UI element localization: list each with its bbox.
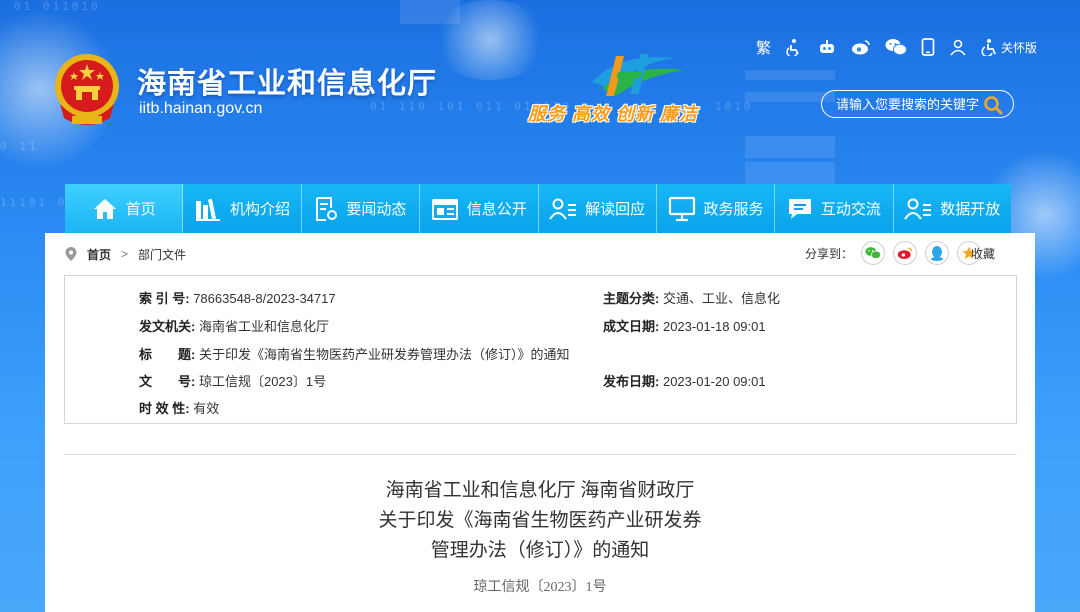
document-title-line: 关于印发《海南省生物医药产业研发券 bbox=[378, 510, 702, 531]
meta-value: 78663548-8/2023-34717 bbox=[193, 291, 336, 306]
user-icon[interactable] bbox=[949, 38, 967, 56]
site-title: 海南省工业和信息化厅 bbox=[137, 68, 438, 100]
wechat-icon bbox=[865, 247, 881, 259]
share-bar: 分享到： 收藏 bbox=[805, 241, 995, 265]
nav-item-data-open[interactable]: 数据开放 bbox=[894, 184, 1011, 233]
meta-value: 琼工信规〔2023〕1号 bbox=[198, 374, 327, 389]
meta-published-date: 发布日期: 2023-01-20 09:01 bbox=[603, 371, 766, 390]
traditional-chinese-toggle[interactable]: 繁 bbox=[756, 37, 771, 58]
weibo-icon[interactable] bbox=[851, 39, 871, 55]
nav-item-interpret[interactable]: 解读回应 bbox=[539, 184, 657, 233]
breadcrumb-home-link[interactable]: 首页 bbox=[87, 246, 111, 263]
breadcrumb-current[interactable]: 部门文件 bbox=[138, 246, 186, 263]
meta-key: 发布日期: bbox=[603, 374, 660, 389]
meta-key: 标 题: bbox=[139, 347, 196, 362]
nav-item-label: 信息公开 bbox=[466, 201, 527, 218]
accessibility-icon[interactable] bbox=[785, 38, 803, 56]
interpret-icon bbox=[549, 198, 577, 220]
share-weibo-button[interactable] bbox=[892, 241, 917, 265]
nav-item-interaction[interactable]: 互动交流 bbox=[775, 184, 894, 233]
meta-value: 关于印发《海南省生物医药产业研发券管理办法（修订）》的通知 bbox=[198, 347, 570, 362]
nav-item-home[interactable]: 首页 bbox=[65, 184, 184, 233]
breadcrumb-separator: > bbox=[121, 247, 129, 261]
toolbar: 繁 关怀版 bbox=[756, 36, 1037, 58]
meta-created-date: 成文日期: 2023-01-18 09:01 bbox=[603, 316, 766, 335]
content-panel: 首页 > 部门文件 分享到： 收藏 索 引 号: 78663548-8/2023… bbox=[45, 233, 1035, 612]
news-icon bbox=[316, 196, 338, 221]
chat-icon bbox=[788, 198, 811, 219]
nav-item-organization[interactable]: 机构介绍 bbox=[183, 184, 302, 233]
meta-title: 标 题: 关于印发《海南省生物医药产业研发券管理办法（修订）》的通知 bbox=[139, 344, 569, 363]
meta-issuer: 发文机关: 海南省工业和信息化厅 bbox=[139, 316, 329, 335]
weibo-icon bbox=[897, 247, 913, 259]
qq-icon bbox=[930, 246, 943, 261]
nav-item-label: 政务服务 bbox=[703, 201, 764, 218]
nav-item-label: 解读回应 bbox=[585, 201, 646, 218]
monitor-icon bbox=[668, 196, 695, 221]
wechat-icon[interactable] bbox=[885, 38, 908, 56]
share-qq-button[interactable] bbox=[924, 241, 949, 265]
meta-value: 交通、工业、信息化 bbox=[662, 291, 780, 306]
slogan: 服务 高效 创新 廉洁 bbox=[528, 104, 699, 124]
meta-key: 发文机关: bbox=[139, 319, 196, 334]
main-nav: 首页 机构介绍 要闻动态 信息公开 解读回应 政务服务 互动交流 数据开放 bbox=[65, 184, 1011, 233]
meta-value: 2023-01-20 09:01 bbox=[662, 374, 766, 389]
search-icon[interactable] bbox=[983, 95, 1003, 115]
care-mode-icon bbox=[981, 39, 996, 56]
nav-item-info-open[interactable]: 信息公开 bbox=[420, 184, 539, 233]
meta-doc-no: 文 号: 琼工信规〔2023〕1号 bbox=[139, 371, 326, 390]
document-number: 琼工信规〔2023〕1号 bbox=[473, 580, 607, 595]
favorite-button[interactable]: 收藏 bbox=[956, 241, 995, 265]
nav-item-label: 互动交流 bbox=[820, 201, 881, 218]
info-open-icon bbox=[431, 198, 458, 220]
content-divider bbox=[64, 454, 1017, 455]
site-header: 海南省工业和信息化厅 iitb.hainan.gov.cn 服务 高效 创新 廉… bbox=[0, 0, 1080, 184]
robot-icon[interactable] bbox=[817, 39, 837, 55]
meta-key: 时 效 性: bbox=[139, 401, 190, 416]
meta-value: 海南省工业和信息化厅 bbox=[198, 319, 329, 334]
nav-item-label: 机构介绍 bbox=[230, 201, 291, 218]
meta-validity: 时 效 性: 有效 bbox=[139, 398, 219, 417]
care-mode-label: 关怀版 bbox=[1001, 40, 1038, 55]
organization-icon bbox=[196, 198, 221, 221]
share-wechat-button[interactable] bbox=[860, 241, 885, 265]
nav-item-news[interactable]: 要闻动态 bbox=[302, 184, 421, 233]
meta-key: 文 号: bbox=[139, 374, 196, 389]
meta-key: 成文日期: bbox=[603, 319, 660, 334]
document-title-line: 海南省工业和信息化厅 海南省财政厅 bbox=[385, 480, 695, 501]
site-domain: iitb.hainan.gov.cn bbox=[139, 100, 263, 117]
nav-item-label: 首页 bbox=[125, 201, 156, 218]
nav-item-gov-service[interactable]: 政务服务 bbox=[657, 184, 776, 233]
favorite-label: 收藏 bbox=[970, 246, 995, 261]
share-label: 分享到： bbox=[804, 246, 853, 261]
data-open-icon bbox=[904, 198, 932, 220]
search-input[interactable] bbox=[836, 96, 982, 112]
meta-key: 主题分类: bbox=[603, 291, 660, 306]
meta-key: 索 引 号: bbox=[139, 291, 190, 306]
meta-index-no: 索 引 号: 78663548-8/2023-34717 bbox=[139, 288, 336, 307]
mobile-icon[interactable] bbox=[921, 38, 935, 56]
meta-subject: 主题分类: 交通、工业、信息化 bbox=[603, 288, 780, 307]
national-emblem-icon bbox=[55, 54, 119, 125]
department-logo-icon bbox=[592, 54, 684, 96]
document-title-line: 管理办法（修订）》的通知 bbox=[430, 540, 650, 561]
nav-item-label: 数据开放 bbox=[940, 201, 1001, 218]
nav-item-label: 要闻动态 bbox=[346, 201, 407, 218]
home-icon bbox=[93, 198, 116, 219]
meta-value: 有效 bbox=[193, 401, 220, 416]
care-mode-button[interactable]: 关怀版 bbox=[981, 38, 1037, 56]
search-box bbox=[821, 90, 1014, 118]
meta-value: 2023-01-18 09:01 bbox=[662, 319, 766, 334]
document-meta-table: 索 引 号: 78663548-8/2023-34717 主题分类: 交通、工业… bbox=[64, 275, 1017, 424]
location-pin-icon bbox=[65, 247, 77, 261]
